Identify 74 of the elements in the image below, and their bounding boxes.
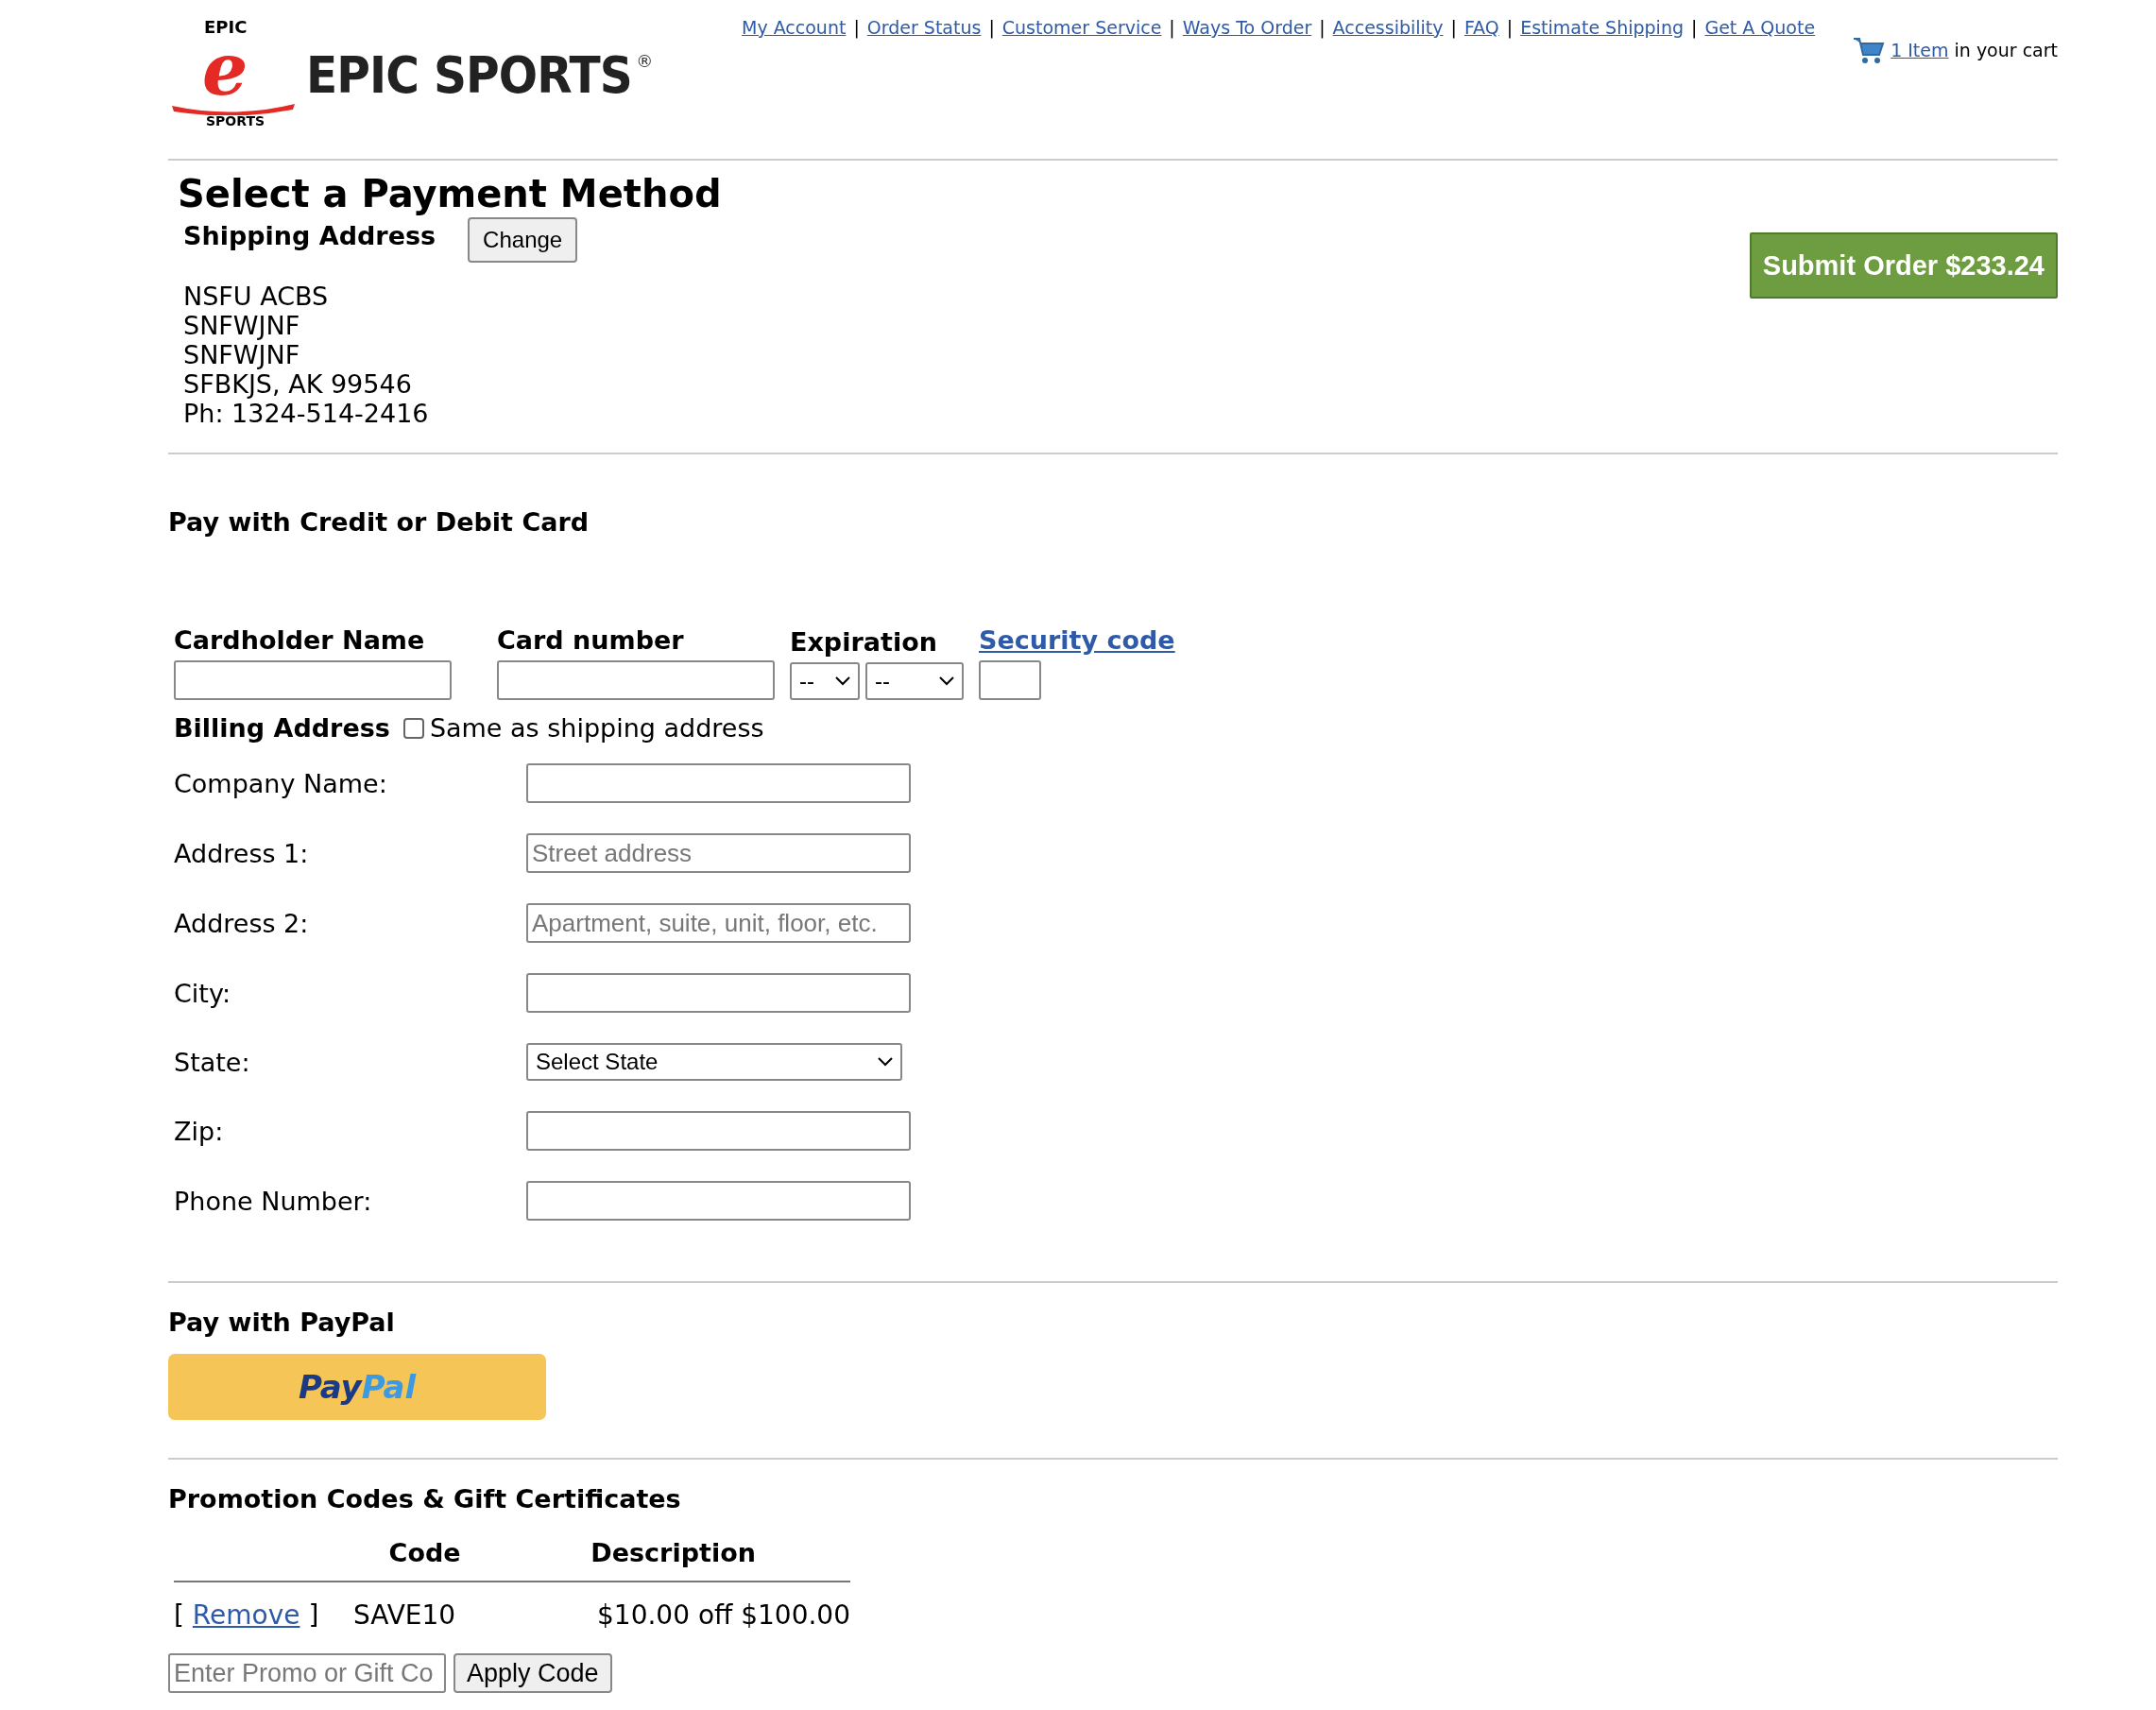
field-label: Zip: xyxy=(174,1116,225,1146)
field-label: Expiration xyxy=(790,627,938,657)
text-input-field[interactable]: Apartment, suite, unit, floor, etc. xyxy=(526,903,911,943)
address-line: NSFU ACBS xyxy=(183,282,330,311)
nav-link[interactable]: Get A Quote xyxy=(1704,17,1816,38)
section-heading: Promotion Codes & Gift Certificates xyxy=(168,1484,682,1513)
remove-link[interactable]: Remove xyxy=(192,1599,300,1631)
nav-link[interactable]: Order Status xyxy=(866,17,982,38)
security-code-field[interactable] xyxy=(979,660,1041,700)
nav-link[interactable]: Estimate Shipping xyxy=(1520,17,1684,38)
nav-link[interactable]: My Account xyxy=(742,17,847,38)
page-title: Select a Payment Method xyxy=(178,172,722,215)
nav-separator: | xyxy=(1169,17,1175,38)
text-input-field[interactable] xyxy=(526,1181,911,1221)
logo-wordmark: EPIC SPORTS xyxy=(306,44,632,105)
apply-code-button[interactable]: Apply Code xyxy=(453,1653,612,1693)
field-label: City: xyxy=(174,978,232,1008)
registered-mark: ® xyxy=(636,51,654,71)
chevron-down-icon xyxy=(835,676,850,686)
field-label: Company Name: xyxy=(174,768,388,798)
nav-link[interactable]: FAQ xyxy=(1463,17,1499,38)
nav-separator: | xyxy=(1506,17,1514,38)
expiration-month-select[interactable]: -- xyxy=(790,662,860,700)
logo-swoosh-icon xyxy=(172,104,295,115)
nav-separator: | xyxy=(988,17,995,38)
text-input-field[interactable] xyxy=(526,763,911,803)
text-input-field[interactable] xyxy=(526,973,911,1013)
field-label: Cardholder Name xyxy=(174,625,426,655)
card-number-field[interactable] xyxy=(497,660,775,700)
bracket: [ xyxy=(174,1599,184,1631)
promo-code-field[interactable]: Enter Promo or Gift Co xyxy=(168,1653,446,1693)
nav-link[interactable]: Accessibility xyxy=(1332,17,1444,38)
chevron-down-icon xyxy=(878,1057,893,1067)
section-heading: Pay with Credit or Debit Card xyxy=(168,507,590,537)
column-header: Code xyxy=(353,1538,497,1582)
checkbox-label: Same as shipping address xyxy=(429,713,764,743)
cart-text: in your cart xyxy=(1954,40,2058,60)
table-cell: $10.00 off $100.00 xyxy=(496,1582,850,1640)
field-label: Phone Number: xyxy=(174,1186,373,1216)
field-label: Address 1: xyxy=(174,838,310,868)
field-label: Card number xyxy=(497,625,685,655)
cart-items-link[interactable]: 1 Item xyxy=(1891,40,1949,60)
security-code-link[interactable]: Security code xyxy=(979,625,1175,655)
section-heading: Pay with PayPal xyxy=(168,1308,396,1337)
bracket: ] xyxy=(308,1599,319,1631)
cardholder-name-field[interactable] xyxy=(174,660,452,700)
state-select[interactable]: Select State xyxy=(526,1043,902,1081)
checkbox[interactable] xyxy=(402,717,424,739)
nav-separator: | xyxy=(1691,17,1698,38)
cart-icon[interactable] xyxy=(1853,36,1886,64)
chevron-down-icon xyxy=(939,676,954,686)
logo-ring-text: SPORTS xyxy=(206,113,265,128)
billing-address-heading: Billing Address xyxy=(174,713,390,743)
address-line: SFBKJS, AK 99546 xyxy=(183,369,413,399)
paypal-button[interactable]: PayPal xyxy=(168,1354,546,1420)
logo-ring-text: EPIC xyxy=(204,17,248,37)
logo-letter: e xyxy=(202,36,248,104)
nav-separator: | xyxy=(1450,17,1457,38)
field-label: State: xyxy=(174,1047,251,1077)
text-input-field[interactable]: Street address xyxy=(526,833,911,873)
expiration-year-select[interactable]: -- xyxy=(865,662,964,700)
nav-separator: | xyxy=(853,17,860,38)
column-header: Description xyxy=(496,1538,850,1582)
nav-link[interactable]: Ways To Order xyxy=(1182,17,1312,38)
nav-separator: | xyxy=(1319,17,1326,38)
table-cell: SAVE10 xyxy=(353,1582,497,1640)
field-label: Address 2: xyxy=(174,908,310,938)
shipping-address-heading: Shipping Address xyxy=(183,221,436,250)
change-button[interactable]: Change xyxy=(468,217,578,263)
nav-link[interactable]: Customer Service xyxy=(1001,17,1162,38)
text-input-field[interactable] xyxy=(526,1111,911,1151)
address-line: SNFWJNF xyxy=(183,311,301,340)
address-line: Ph: 1324-514-2416 xyxy=(183,399,430,428)
address-line: SNFWJNF xyxy=(183,340,301,369)
